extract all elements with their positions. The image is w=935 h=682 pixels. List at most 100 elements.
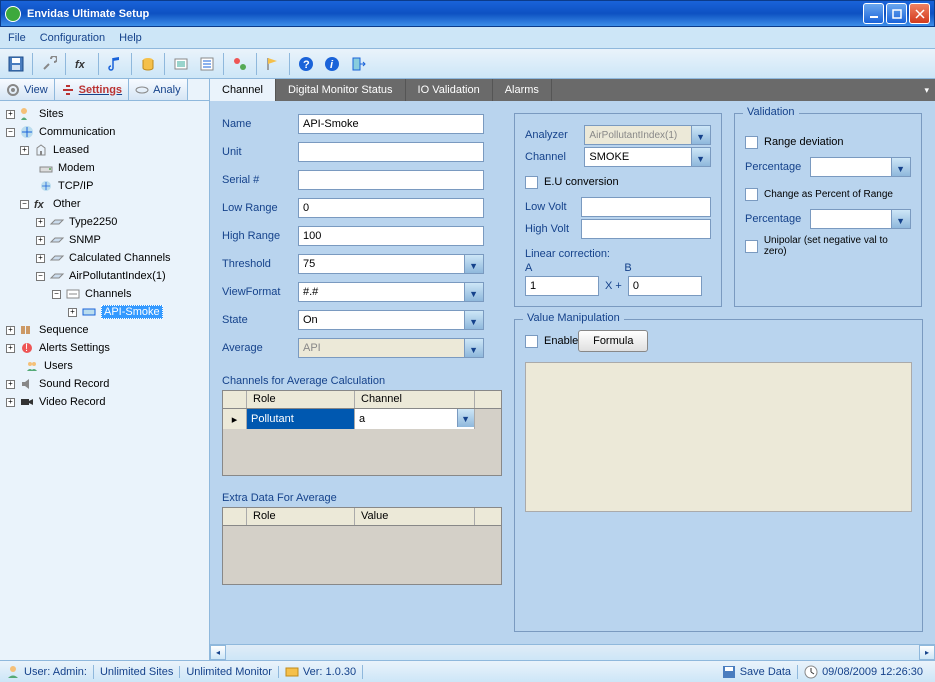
info-icon[interactable]: i xyxy=(320,52,344,76)
expand-icon[interactable]: + xyxy=(6,380,15,389)
tree-sound[interactable]: Sound Record xyxy=(39,378,109,390)
list-icon[interactable] xyxy=(195,52,219,76)
viewformat-select[interactable]: #.#▼ xyxy=(298,282,484,302)
expand-icon[interactable]: + xyxy=(6,110,15,119)
channel-select[interactable]: SMOKE▼ xyxy=(584,147,711,167)
help-icon[interactable]: ? xyxy=(294,52,318,76)
b-input[interactable] xyxy=(628,276,702,296)
tree-tcpip[interactable]: TCP/IP xyxy=(58,180,93,192)
menu-file[interactable]: File xyxy=(8,32,26,44)
tree-other[interactable]: Other xyxy=(53,198,81,210)
tree-alerts[interactable]: Alerts Settings xyxy=(39,342,110,354)
tree-video[interactable]: Video Record xyxy=(39,396,105,408)
lowvolt-input[interactable] xyxy=(581,197,711,217)
side-tab-analy[interactable]: Analy xyxy=(129,79,188,100)
maximize-button[interactable] xyxy=(886,3,907,24)
tree-calc-channels[interactable]: Calculated Channels xyxy=(69,252,171,264)
leased-icon xyxy=(33,143,49,157)
avg-grid[interactable]: Role Channel ▸ Pollutant a▼ xyxy=(222,390,502,476)
threshold-select[interactable]: 75▼ xyxy=(298,254,484,274)
tree-type2250[interactable]: Type2250 xyxy=(69,216,117,228)
menu-help[interactable]: Help xyxy=(119,32,142,44)
formula-textarea[interactable] xyxy=(525,362,912,512)
range-deviation-checkbox[interactable] xyxy=(745,136,758,149)
state-label: State xyxy=(222,314,292,326)
expand-icon[interactable]: + xyxy=(6,398,15,407)
high-range-input[interactable] xyxy=(298,226,484,246)
tree-sites[interactable]: Sites xyxy=(39,108,63,120)
enable-checkbox[interactable] xyxy=(525,335,538,348)
low-range-input[interactable] xyxy=(298,198,484,218)
tree-modem[interactable]: Modem xyxy=(58,162,95,174)
average-select[interactable]: API▼ xyxy=(298,338,484,358)
device-icon xyxy=(49,233,65,247)
tree-channels[interactable]: Channels xyxy=(85,288,131,300)
percentage2-select[interactable]: ▼ xyxy=(810,209,911,229)
avg-row-role[interactable]: Pollutant xyxy=(247,409,355,429)
report-icon[interactable] xyxy=(169,52,193,76)
expand-icon[interactable]: + xyxy=(36,218,45,227)
horizontal-scrollbar[interactable]: ◂ ▸ xyxy=(210,644,935,660)
formula-button[interactable]: Formula xyxy=(578,330,648,352)
tree-api-smoke[interactable]: API-Smoke xyxy=(101,305,163,319)
expand-icon[interactable]: + xyxy=(20,146,29,155)
extra-grid[interactable]: Role Value xyxy=(222,507,502,585)
comm-icon xyxy=(19,125,35,139)
link-icon[interactable] xyxy=(228,52,252,76)
minimize-button[interactable] xyxy=(863,3,884,24)
expand-icon[interactable]: + xyxy=(36,254,45,263)
expand-icon[interactable]: + xyxy=(6,326,15,335)
tab-digital-monitor-status[interactable]: Digital Monitor Status xyxy=(276,79,406,101)
side-tab-settings[interactable]: Settings xyxy=(55,79,129,100)
analyzer-select[interactable]: AirPollutantIndex(1)▼ xyxy=(584,125,711,145)
save-icon[interactable] xyxy=(4,52,28,76)
chevron-down-icon: ▼ xyxy=(696,132,705,142)
eu-conversion-checkbox[interactable] xyxy=(525,176,538,189)
collapse-icon[interactable]: − xyxy=(52,290,61,299)
unit-input[interactable] xyxy=(298,142,484,162)
video-icon xyxy=(19,395,35,409)
tab-alarms[interactable]: Alarms xyxy=(493,79,552,101)
note-icon[interactable] xyxy=(103,52,127,76)
collapse-icon[interactable]: − xyxy=(6,128,15,137)
expand-icon[interactable]: + xyxy=(6,344,15,353)
fx-icon[interactable]: fx xyxy=(70,52,94,76)
tree-sequence[interactable]: Sequence xyxy=(39,324,89,336)
flag-icon[interactable] xyxy=(261,52,285,76)
menu-configuration[interactable]: Configuration xyxy=(40,32,105,44)
tabs-overflow-icon[interactable]: ▾ xyxy=(924,85,935,96)
collapse-icon[interactable]: − xyxy=(20,200,29,209)
expand-icon[interactable]: + xyxy=(36,236,45,245)
exit-icon[interactable] xyxy=(346,52,370,76)
db-icon[interactable] xyxy=(136,52,160,76)
tools-icon[interactable] xyxy=(37,52,61,76)
close-button[interactable] xyxy=(909,3,930,24)
scroll-right-icon[interactable]: ▸ xyxy=(919,645,935,660)
state-select[interactable]: On▼ xyxy=(298,310,484,330)
tab-channel[interactable]: Channel xyxy=(210,79,276,101)
change-percent-checkbox[interactable] xyxy=(745,188,758,201)
tree-view[interactable]: + Sites − Communication + Leased Modem TCP/… xyxy=(0,101,209,660)
a-input[interactable] xyxy=(525,276,599,296)
percentage-select[interactable]: ▼ xyxy=(810,157,911,177)
tree-leased[interactable]: Leased xyxy=(53,144,89,156)
highvolt-input[interactable] xyxy=(581,219,711,239)
name-input[interactable] xyxy=(298,114,484,134)
tree-api[interactable]: AirPollutantIndex(1) xyxy=(69,270,166,282)
tree-users[interactable]: Users xyxy=(44,360,73,372)
row-pointer-icon: ▸ xyxy=(223,409,247,429)
tree-communication[interactable]: Communication xyxy=(39,126,115,138)
unipolar-checkbox[interactable] xyxy=(745,240,758,253)
threshold-label: Threshold xyxy=(222,258,292,270)
serial-input[interactable] xyxy=(298,170,484,190)
scroll-left-icon[interactable]: ◂ xyxy=(210,645,226,660)
low-range-label: Low Range xyxy=(222,202,292,214)
expand-icon[interactable]: + xyxy=(68,308,77,317)
tab-io-validation[interactable]: IO Validation xyxy=(406,79,493,101)
avg-row-channel[interactable]: a▼ xyxy=(355,409,475,429)
unit-label: Unit xyxy=(222,146,292,158)
side-tab-view[interactable]: View xyxy=(0,79,55,100)
collapse-icon[interactable]: − xyxy=(36,272,45,281)
tree-snmp[interactable]: SNMP xyxy=(69,234,101,246)
status-save[interactable]: Save Data xyxy=(740,666,791,678)
